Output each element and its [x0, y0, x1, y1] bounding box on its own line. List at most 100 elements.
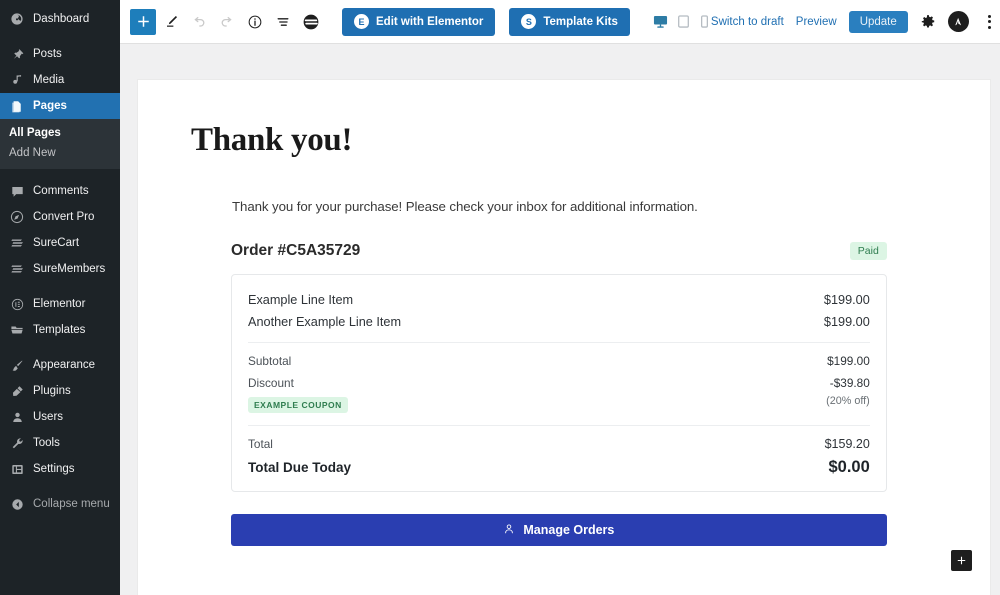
astra-logo-icon[interactable] — [947, 11, 969, 32]
person-icon — [503, 523, 515, 538]
summary-value: -$39.80 — [829, 376, 870, 390]
submenu-item-all-pages[interactable]: All Pages — [0, 123, 120, 143]
divider — [248, 425, 870, 426]
undo-icon[interactable] — [186, 9, 212, 35]
brush-icon — [9, 357, 25, 373]
elementor-icon — [9, 296, 25, 312]
editor-canvas-wrapper: Thank you! Thank you for your purchase! … — [120, 44, 1000, 595]
line-item-row: Example Line Item $199.00 — [248, 289, 870, 311]
summary-value: $199.00 — [827, 354, 870, 368]
sidebar-label: Settings — [33, 463, 75, 475]
pages-submenu: All Pages Add New — [0, 119, 120, 169]
edit-with-elementor-button-wrap: E Edit with Elementor — [342, 7, 496, 36]
collapse-icon — [9, 496, 25, 512]
line-item-price: $199.00 — [823, 315, 870, 329]
sidebar-divider — [0, 169, 120, 178]
logo-icon[interactable] — [298, 9, 324, 35]
comment-icon — [9, 183, 25, 199]
sidebar-item-plugins[interactable]: Plugins — [0, 378, 120, 404]
sidebar-label: Templates — [33, 324, 86, 336]
sidebar-label: Elementor — [33, 298, 86, 310]
sidebar-item-appearance[interactable]: Appearance — [0, 352, 120, 378]
list-view-icon[interactable] — [270, 9, 296, 35]
redo-icon[interactable] — [214, 9, 240, 35]
due-today-label: Total Due Today — [248, 460, 352, 475]
manage-orders-button[interactable]: Manage Orders — [231, 514, 887, 546]
gear-icon[interactable] — [920, 14, 936, 30]
line-item-name: Another Example Line Item — [248, 315, 402, 329]
coupon-badge: EXAMPLE COUPON — [248, 397, 348, 413]
sidebar-label: Tools — [33, 437, 60, 449]
summary-label: Discount — [248, 376, 294, 390]
sidebar-item-posts[interactable]: Posts — [0, 41, 120, 67]
convertpro-icon — [9, 209, 25, 225]
total-row: Total $159.20 — [248, 434, 870, 454]
mobile-icon[interactable] — [698, 14, 711, 29]
admin-sidebar: Dashboard Posts Media Pages All Pages Ad… — [0, 0, 120, 595]
suremembers-icon — [9, 261, 25, 277]
order-block: Order #C5A35729 Paid Example Line Item $… — [191, 242, 937, 546]
summary-row-subtotal: Subtotal $199.00 — [248, 351, 870, 371]
sidebar-divider — [0, 282, 120, 291]
sidebar-label: Plugins — [33, 385, 71, 397]
status-badge: Paid — [849, 242, 887, 260]
editor-toolbar: E Edit with Elementor S Template Kits Sw… — [120, 0, 1000, 44]
sidebar-item-convert-pro[interactable]: Convert Pro — [0, 204, 120, 230]
template-kits-button[interactable]: S Template Kits — [509, 7, 630, 36]
pages-icon — [9, 98, 25, 114]
pin-icon — [9, 46, 25, 62]
sidebar-label: Appearance — [33, 359, 96, 371]
sidebar-item-comments[interactable]: Comments — [0, 178, 120, 204]
sidebar-label: SureCart — [33, 237, 80, 249]
device-preview-group — [652, 13, 711, 30]
discount-group: Discount EXAMPLE COUPON — [248, 374, 348, 413]
sidebar-label: Convert Pro — [33, 211, 95, 223]
sidebar-label: Dashboard — [33, 13, 90, 25]
total-value: $159.20 — [824, 437, 870, 451]
add-block-icon[interactable] — [130, 8, 156, 35]
sidebar-item-dashboard[interactable]: Dashboard — [0, 6, 120, 32]
sidebar-item-templates[interactable]: Templates — [0, 317, 120, 343]
kebab-menu-icon[interactable] — [981, 14, 999, 29]
page-content: Thank you! Thank you for your purchase! … — [138, 80, 990, 546]
preview-button[interactable]: Preview — [796, 16, 837, 28]
page-title: Thank you! — [191, 122, 353, 158]
submenu-item-add-new[interactable]: Add New — [0, 143, 120, 163]
sidebar-divider — [0, 32, 120, 41]
edit-with-elementor-button[interactable]: E Edit with Elementor — [342, 7, 496, 36]
order-header: Order #C5A35729 Paid — [231, 242, 887, 260]
template-kits-label: Template Kits — [543, 15, 618, 28]
edit-with-elementor-label: Edit with Elementor — [376, 15, 484, 28]
add-block-button[interactable] — [950, 550, 972, 571]
template-kits-badge-icon: S — [521, 14, 537, 29]
folder-icon — [9, 322, 25, 338]
toolbar-right-group: Switch to draft Preview Update — [711, 10, 999, 33]
switch-to-draft-button[interactable]: Switch to draft — [711, 16, 784, 28]
divider — [248, 342, 870, 343]
user-icon — [9, 409, 25, 425]
sidebar-item-surecart[interactable]: SureCart — [0, 230, 120, 256]
sidebar-item-pages[interactable]: Pages — [0, 93, 120, 119]
intro-paragraph: Thank you for your purchase! Please chec… — [232, 199, 698, 214]
collapse-menu-label: Collapse menu — [33, 498, 110, 510]
manage-orders-label: Manage Orders — [523, 523, 615, 537]
sidebar-item-elementor[interactable]: Elementor — [0, 291, 120, 317]
order-number: Order #C5A35729 — [231, 242, 361, 259]
sidebar-label: Comments — [33, 185, 89, 197]
plug-icon — [9, 383, 25, 399]
sidebar-item-media[interactable]: Media — [0, 67, 120, 93]
collapse-menu-button[interactable]: Collapse menu — [0, 491, 120, 517]
edit-tool-icon[interactable] — [158, 9, 184, 35]
sidebar-item-users[interactable]: Users — [0, 404, 120, 430]
sidebar-item-settings[interactable]: Settings — [0, 456, 120, 482]
sidebar-item-tools[interactable]: Tools — [0, 430, 120, 456]
elementor-badge-icon: E — [354, 14, 369, 29]
desktop-icon[interactable] — [652, 13, 669, 30]
tablet-icon[interactable] — [676, 14, 691, 29]
details-icon[interactable] — [242, 9, 268, 35]
dashboard-icon — [9, 11, 25, 27]
update-button[interactable]: Update — [848, 10, 908, 33]
sidebar-label: Media — [33, 74, 65, 86]
sidebar-item-suremembers[interactable]: SureMembers — [0, 256, 120, 282]
sidebar-divider — [0, 343, 120, 352]
